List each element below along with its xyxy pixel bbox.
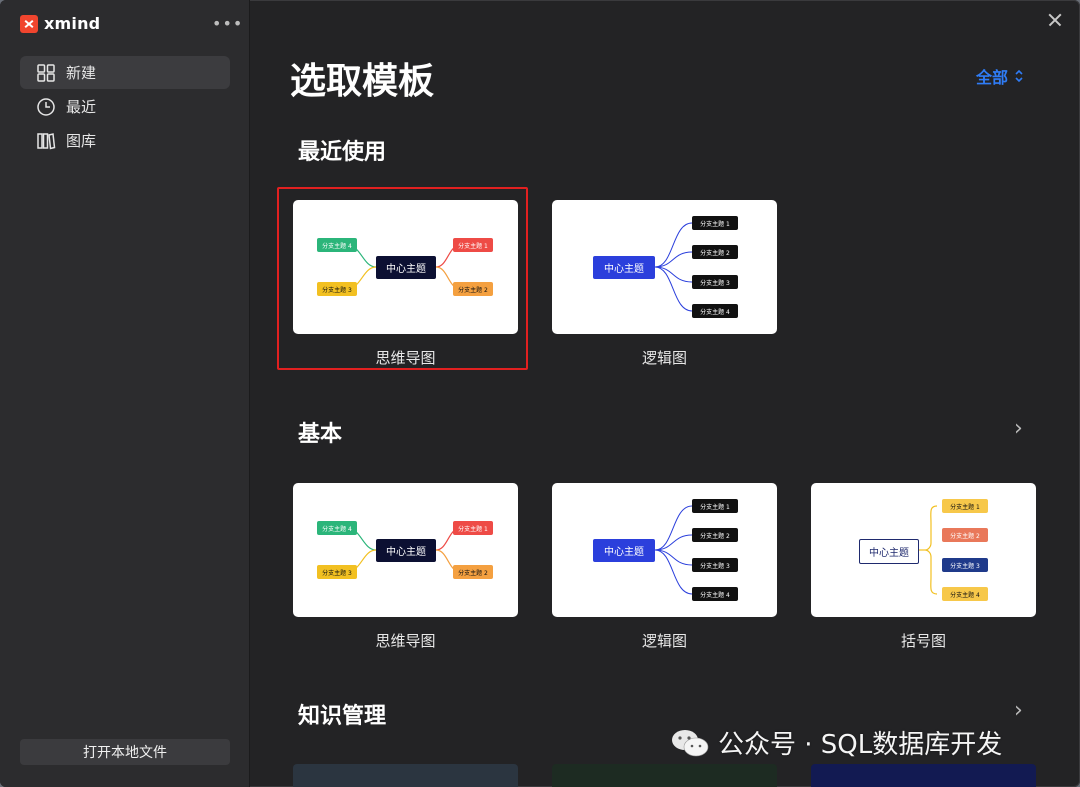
branch-node: 分支主题 3 [317,282,357,296]
branch-node: 分支主题 1 [942,499,988,513]
app-window: xmind ••• 新建 最近 图库 打开本地文件 选取模板 全部 最近使用 中… [0,0,1080,787]
central-topic: 中心主题 [593,256,655,279]
branch-node: 分支主题 2 [453,282,493,296]
grid-icon [37,63,55,82]
section-title-recent: 最近使用 [298,140,387,165]
connector-lines [654,505,693,595]
card-label: 思维导图 [375,632,436,650]
logic-thumbnail: 中心主题 分支主题 1 分支主题 2 分支主题 3 分支主题 4 [552,483,777,617]
card-label: 逻辑图 [641,349,687,367]
chevron-right-icon[interactable]: › [1014,698,1023,723]
template-card-partial[interactable] [811,764,1036,787]
branch-node: 分支主题 2 [692,245,738,259]
filter-dropdown[interactable]: 全部 [976,64,1024,88]
library-icon [37,132,56,149]
template-card-brace[interactable]: 中心主题 分支主题 1 分支主题 2 分支主题 3 分支主题 4 括号图 [811,483,1036,651]
sidebar-item-label: 新建 [66,64,97,82]
close-icon[interactable] [1046,11,1064,29]
branch-node: 分支主题 3 [692,558,738,572]
sidebar-item-new[interactable]: 新建 [20,56,230,89]
branch-node: 分支主题 2 [942,528,988,542]
branch-node: 分支主题 4 [317,521,357,535]
sidebar-item-label: 最近 [66,98,97,116]
branch-node: 分支主题 1 [692,216,738,230]
section-title-knowledge: 知识管理 [298,704,387,729]
sidebar-nav: 新建 最近 图库 [20,56,230,158]
central-topic: 中心主题 [593,539,655,562]
more-options-icon[interactable]: ••• [212,14,243,33]
template-card-logic-recent[interactable]: 中心主题 分支主题 1 分支主题 2 分支主题 3 分支主题 4 逻辑图 [552,200,777,368]
sidebar-item-library[interactable]: 图库 [20,124,230,157]
clock-icon [37,97,55,116]
sidebar: xmind ••• 新建 最近 图库 打开本地文件 [0,0,250,787]
app-logo: xmind [20,14,100,33]
open-local-file-button[interactable]: 打开本地文件 [20,739,230,765]
app-name: xmind [44,14,101,33]
chevron-right-icon[interactable]: › [1014,416,1023,441]
filter-label: 全部 [976,68,1009,87]
branch-node: 分支主题 2 [453,565,493,579]
wechat-icon [672,729,709,756]
branch-node: 分支主题 2 [692,528,738,542]
central-topic: 中心主题 [859,539,919,564]
central-topic: 中心主题 [376,539,436,562]
central-topic: 中心主题 [376,256,436,279]
branch-node: 分支主题 4 [692,587,738,601]
sidebar-item-label: 图库 [66,132,97,150]
card-label: 思维导图 [375,349,436,367]
section-title-basic: 基本 [298,422,343,447]
mindmap-thumbnail: 中心主题 分支主题 4 分支主题 3 分支主题 1 分支主题 2 [293,200,518,334]
mindmap-thumbnail: 中心主题 分支主题 4 分支主题 3 分支主题 1 分支主题 2 [293,483,518,617]
template-card-mindmap[interactable]: 中心主题 分支主题 4 分支主题 3 分支主题 1 分支主题 2 思维导图 [293,483,518,651]
branch-node: 分支主题 4 [317,238,357,252]
page-title: 选取模板 [290,61,435,102]
chevron-updown-icon [1015,69,1023,83]
brace-lines [917,505,938,595]
card-label: 逻辑图 [641,632,687,650]
watermark: 公众号 · SQL数据库开发 [670,724,1002,761]
xmind-logo-icon [20,14,38,33]
template-card-partial[interactable] [293,764,518,787]
branch-node: 分支主题 4 [692,304,738,318]
sidebar-item-recent[interactable]: 最近 [20,90,230,123]
branch-node: 分支主题 1 [453,521,493,535]
branch-node: 分支主题 3 [692,275,738,289]
branch-node: 分支主题 3 [317,565,357,579]
branch-node: 分支主题 1 [692,499,738,513]
template-card-partial[interactable] [552,764,777,787]
branch-node: 分支主题 1 [453,238,493,252]
logic-thumbnail: 中心主题 分支主题 1 分支主题 2 分支主题 3 分支主题 4 [552,200,777,334]
branch-node: 分支主题 3 [942,558,988,572]
brace-thumbnail: 中心主题 分支主题 1 分支主题 2 分支主题 3 分支主题 4 [811,483,1036,617]
branch-node: 分支主题 4 [942,587,988,601]
watermark-text: 公众号 · SQL数据库开发 [718,730,1003,760]
card-label: 括号图 [900,632,946,650]
template-card-logic[interactable]: 中心主题 分支主题 1 分支主题 2 分支主题 3 分支主题 4 逻辑图 [552,483,777,651]
template-card-mindmap-recent[interactable]: 中心主题 分支主题 4 分支主题 3 分支主题 1 分支主题 2 思维导图 [293,200,518,368]
connector-lines [654,222,693,312]
